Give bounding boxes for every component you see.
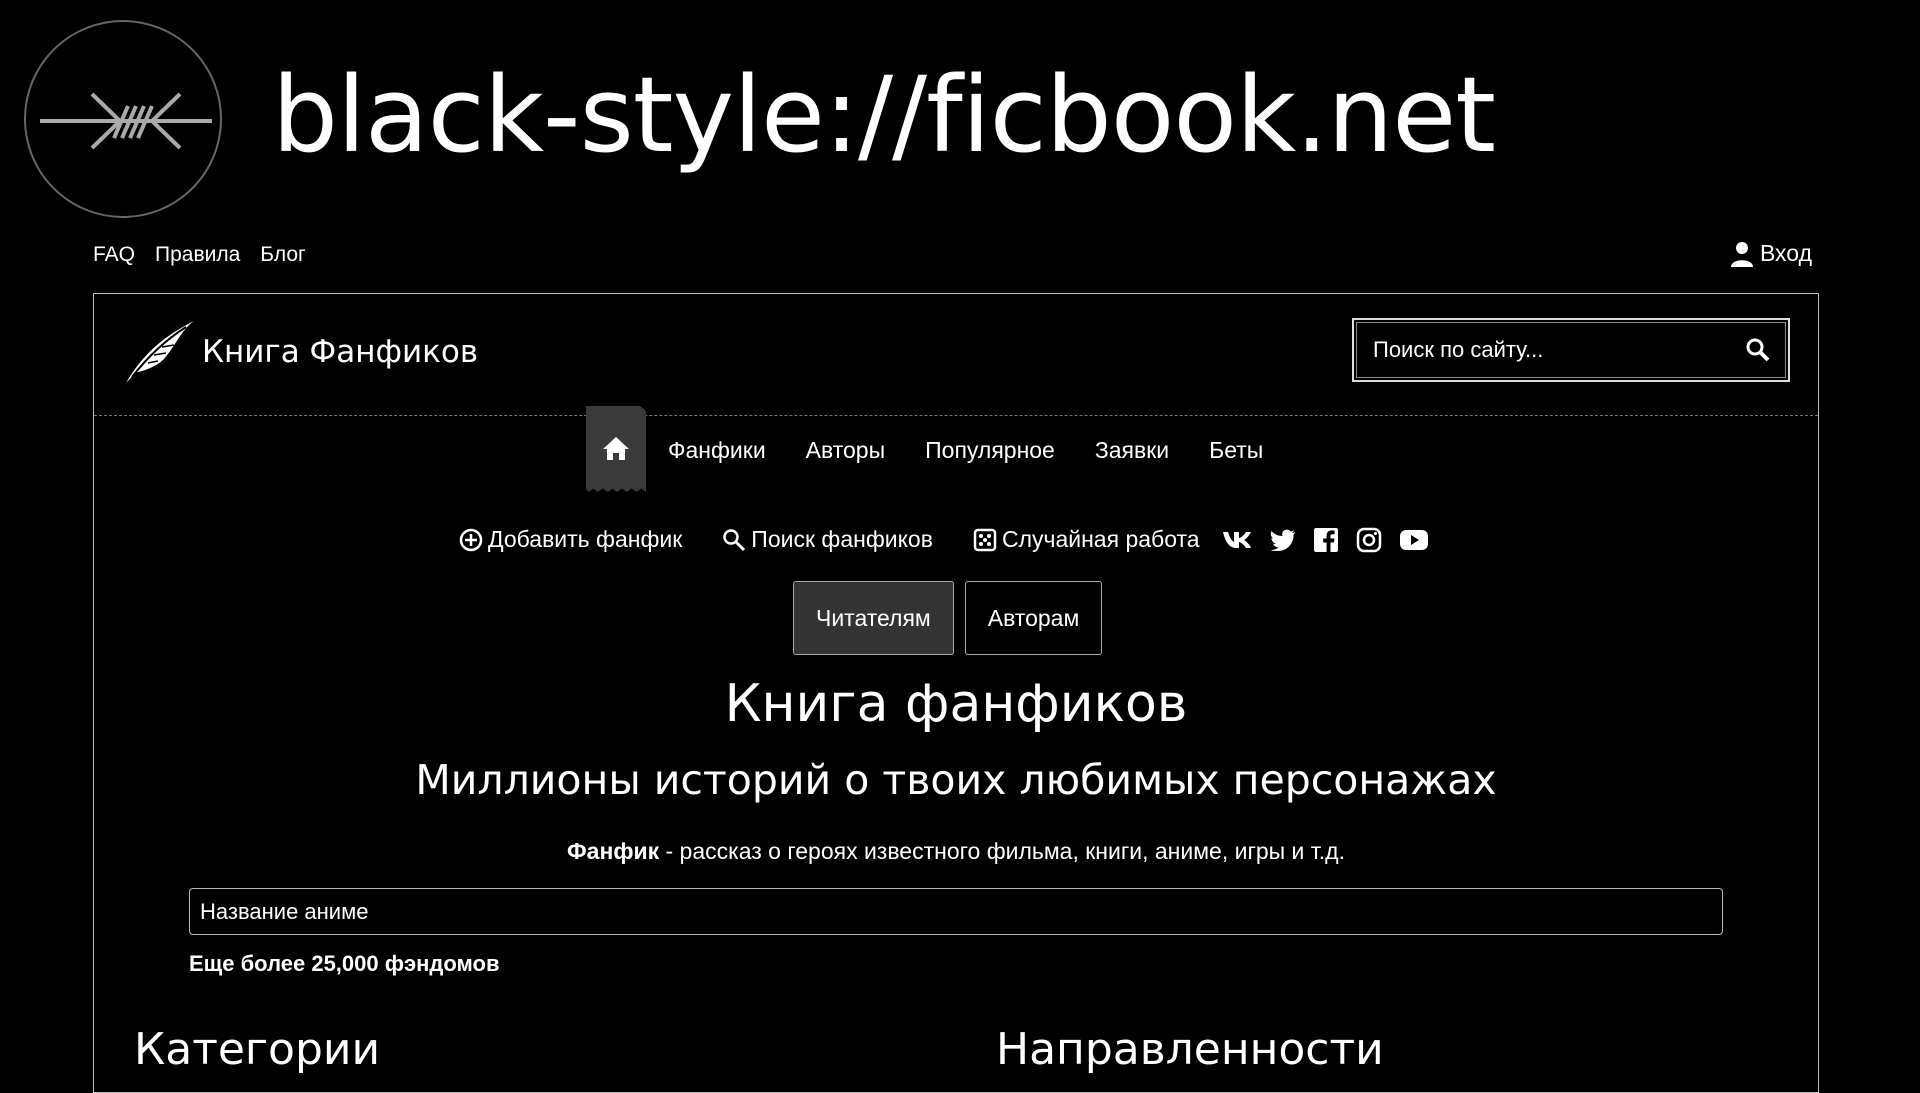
barbed-wire-icon bbox=[40, 92, 212, 150]
search-fanfics-label: Поиск фанфиков bbox=[751, 526, 933, 552]
actions-bar: Добавить фанфик Поиск фанфиков Случайная… bbox=[459, 526, 1428, 553]
search-icon bbox=[723, 528, 746, 551]
facebook-icon[interactable] bbox=[1313, 527, 1338, 552]
login-label: Вход bbox=[1759, 240, 1812, 266]
plus-circle-icon bbox=[459, 528, 483, 551]
banner-title: black-style://ficbook.net bbox=[272, 54, 1496, 176]
feather-icon bbox=[126, 321, 194, 383]
nav-popular[interactable]: Популярное bbox=[925, 406, 1055, 494]
definition-term: Фанфик bbox=[567, 838, 660, 864]
login-button[interactable]: Вход bbox=[1730, 240, 1812, 267]
banner-logo bbox=[24, 20, 222, 218]
nav-betas[interactable]: Беты bbox=[1209, 406, 1263, 494]
site-search-input[interactable] bbox=[1371, 336, 1745, 364]
random-work-button[interactable]: Случайная работа bbox=[973, 526, 1200, 553]
rules-link[interactable]: Правила bbox=[155, 243, 240, 267]
blog-link[interactable]: Блог bbox=[260, 243, 305, 267]
fandom-search-input[interactable] bbox=[198, 897, 1714, 926]
add-fanfic-button[interactable]: Добавить фанфик bbox=[459, 526, 682, 553]
hero-subtitle: Миллионы историй о твоих любимых персона… bbox=[415, 756, 1497, 804]
add-fanfic-label: Добавить фанфик bbox=[488, 526, 683, 552]
audience-tabs: Читателям Авторам bbox=[793, 581, 1103, 655]
nav-fanfics[interactable]: Фанфики bbox=[668, 406, 766, 494]
directions-heading: Направленности bbox=[996, 1024, 1384, 1075]
user-icon bbox=[1730, 241, 1753, 267]
social-links bbox=[1222, 527, 1428, 553]
home-icon bbox=[603, 437, 629, 460]
top-links: FAQ Правила Блог bbox=[93, 243, 306, 267]
search-fanfics-button[interactable]: Поиск фанфиков bbox=[722, 526, 933, 553]
youtube-icon[interactable] bbox=[1399, 529, 1428, 550]
nav-requests[interactable]: Заявки bbox=[1095, 406, 1169, 494]
readers-tab[interactable]: Читателям bbox=[793, 581, 954, 655]
authors-tab[interactable]: Авторам bbox=[964, 581, 1103, 655]
categories-heading: Категории bbox=[134, 1024, 381, 1075]
fandom-search bbox=[189, 888, 1723, 935]
search-icon[interactable] bbox=[1745, 337, 1771, 363]
site-name: Книга Фанфиков bbox=[202, 334, 479, 370]
definition-text: - рассказ о героях известного фильма, кн… bbox=[659, 838, 1345, 864]
main-frame: Книга Фанфиков Фанфики Авторы Популярное… bbox=[93, 293, 1819, 1093]
main-nav: Фанфики Авторы Популярное Заявки Беты bbox=[586, 406, 1283, 494]
random-work-label: Случайная работа bbox=[1001, 526, 1200, 552]
nav-authors[interactable]: Авторы bbox=[806, 406, 885, 494]
site-logo[interactable]: Книга Фанфиков bbox=[124, 319, 478, 385]
instagram-icon[interactable] bbox=[1356, 527, 1382, 553]
fanfic-definition: Фанфик - рассказ о героях известного фил… bbox=[94, 838, 1818, 865]
dice-icon bbox=[973, 528, 997, 551]
home-tab[interactable] bbox=[586, 406, 646, 492]
more-fandoms-link[interactable]: Еще более 25,000 фэндомов bbox=[189, 951, 499, 977]
faq-link[interactable]: FAQ bbox=[93, 243, 135, 267]
hero-title: Книга фанфиков bbox=[724, 674, 1188, 734]
site-search bbox=[1352, 318, 1790, 382]
twitter-icon[interactable] bbox=[1270, 529, 1296, 551]
vk-icon[interactable] bbox=[1222, 530, 1252, 550]
